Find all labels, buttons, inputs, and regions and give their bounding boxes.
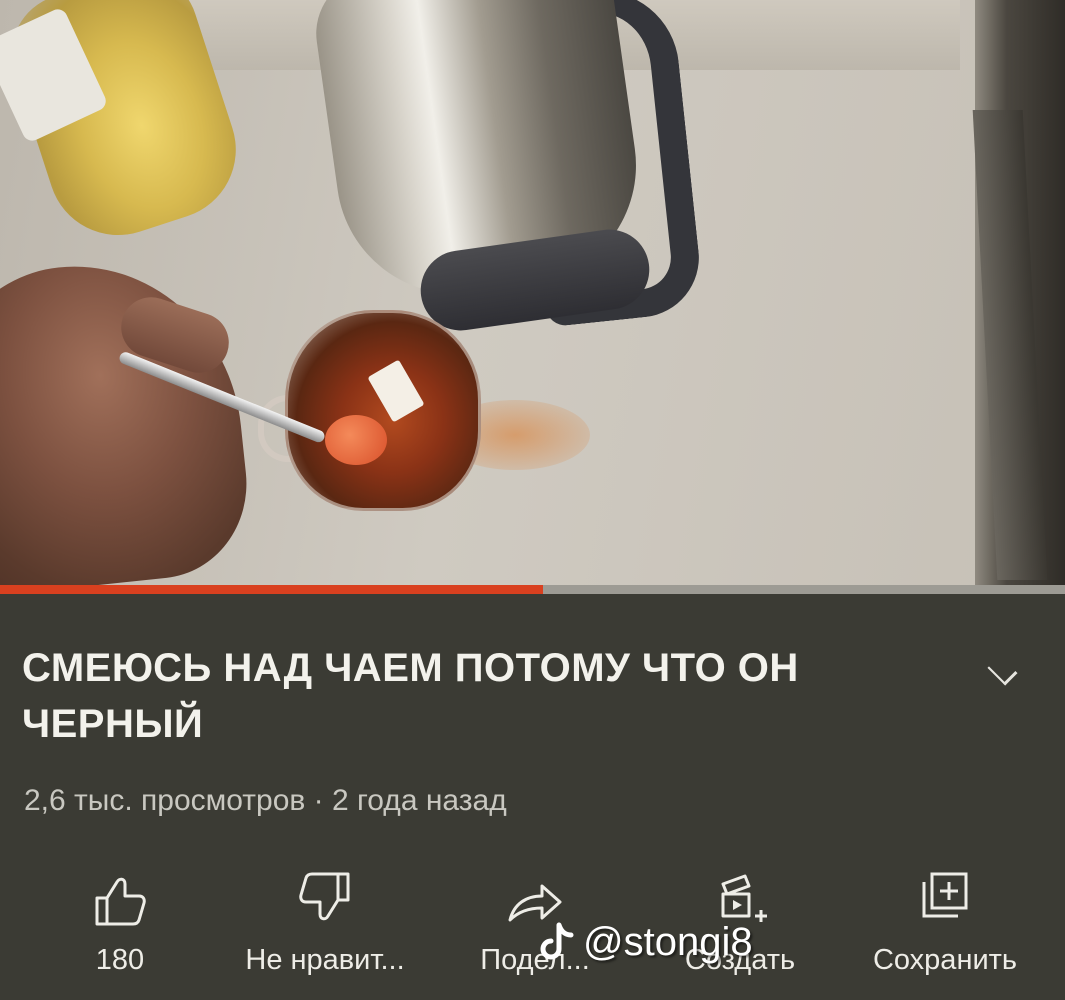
hand — [0, 250, 256, 585]
save-button[interactable]: Сохранить — [850, 864, 1040, 984]
video-progress-bar[interactable] — [0, 585, 1065, 594]
tiktok-watermark: @stongi8 — [535, 920, 753, 965]
dislike-button[interactable]: Не нравит... — [225, 864, 425, 984]
tiktok-logo-icon — [540, 922, 574, 959]
video-player[interactable] — [0, 0, 1065, 585]
video-info-panel: СМЕЮСЬ НАД ЧАЕМ ПОТОМУ ЧТО ОН ЧЕРНЫЙ 2,6… — [0, 594, 1065, 1000]
save-playlist-icon — [922, 872, 968, 918]
action-bar: 180 Не нравит... Подел... Создать Сохран… — [0, 864, 1065, 984]
watermark-handle: @stongi8 — [583, 920, 753, 964]
like-button[interactable]: 180 — [50, 864, 190, 984]
chevron-down-icon[interactable] — [987, 655, 1018, 686]
like-count: 180 — [95, 944, 145, 976]
stove-edge — [975, 0, 1065, 585]
dislike-label: Не нравит... — [245, 944, 405, 976]
lemon-slice — [325, 415, 387, 465]
thumb-up-icon — [95, 877, 146, 926]
tea-glass — [285, 310, 481, 511]
video-progress-fill — [0, 585, 544, 594]
video-stats[interactable]: 2,6 тыс. просмотров · 2 года назад — [24, 784, 507, 818]
video-title[interactable]: СМЕЮСЬ НАД ЧАЕМ ПОТОМУ ЧТО ОН ЧЕРНЫЙ — [22, 640, 922, 752]
save-label: Сохранить — [872, 944, 1018, 976]
thumb-down-icon — [299, 872, 350, 921]
